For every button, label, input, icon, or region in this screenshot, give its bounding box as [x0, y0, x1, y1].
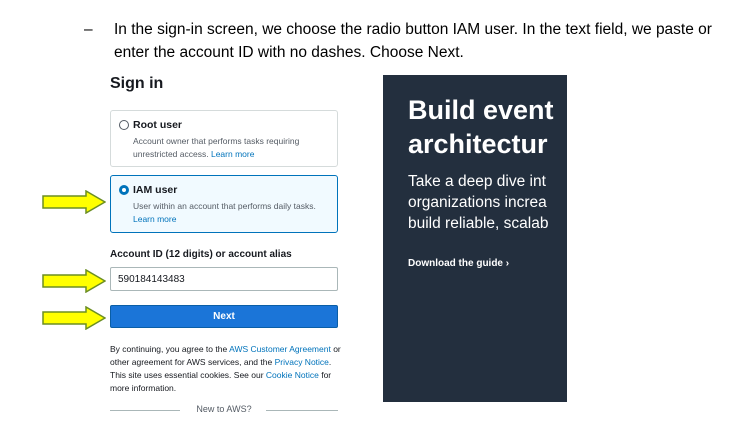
promo-banner: Build event architectur Take a deep dive…	[383, 75, 567, 402]
iam-user-learn-more-link[interactable]: Learn more	[133, 214, 176, 224]
account-id-input[interactable]	[110, 267, 338, 291]
promo-sub-line3: build reliable, scalab	[408, 215, 549, 232]
instruction-text: – In the sign-in screen, we choose the r…	[84, 18, 734, 64]
cookie-notice-link[interactable]: Cookie Notice	[266, 370, 319, 380]
divider-line	[266, 410, 338, 411]
instruction-body: In the sign-in screen, we choose the rad…	[114, 21, 712, 61]
promo-sub-line2: organizations increa	[408, 194, 547, 211]
arrow-right-icon	[42, 190, 106, 214]
arrow-right-icon	[42, 306, 106, 330]
new-to-aws-label: New to AWS?	[196, 404, 252, 414]
customer-agreement-link[interactable]: AWS Customer Agreement	[229, 344, 331, 354]
legal-text: By continuing, you agree to the	[110, 344, 230, 354]
arrow-right-icon	[42, 269, 106, 293]
promo-headline-line2: architectur	[408, 129, 548, 159]
new-to-aws-divider: New to AWS?	[110, 404, 338, 416]
root-user-learn-more-link[interactable]: Learn more	[211, 149, 254, 159]
page-title: Sign in	[110, 75, 164, 92]
promo-sub-line1: Take a deep dive int	[408, 173, 546, 190]
root-user-title: Root user	[133, 119, 183, 131]
account-id-label: Account ID (12 digits) or account alias	[110, 249, 292, 260]
next-button[interactable]: Next	[110, 305, 338, 328]
root-user-option[interactable]: Root user Account owner that performs ta…	[110, 110, 338, 167]
iam-user-description: User within an account that performs dai…	[133, 200, 329, 226]
radio-icon[interactable]	[119, 120, 129, 130]
promo-headline: Build event architectur	[408, 93, 554, 161]
list-dash: –	[84, 21, 93, 38]
iam-user-title: IAM user	[133, 184, 178, 196]
promo-headline-line1: Build event	[408, 95, 554, 125]
download-guide-link[interactable]: Download the guide ›	[408, 258, 509, 269]
iam-user-option[interactable]: IAM user User within an account that per…	[110, 175, 338, 233]
promo-subtext: Take a deep dive int organizations incre…	[408, 171, 548, 234]
root-user-description: Account owner that performs tasks requir…	[133, 135, 329, 161]
radio-icon[interactable]	[119, 185, 129, 195]
privacy-notice-link[interactable]: Privacy Notice	[275, 357, 329, 367]
iam-user-desc-text: User within an account that performs dai…	[133, 201, 316, 211]
legal-notice: By continuing, you agree to the AWS Cust…	[110, 343, 342, 395]
